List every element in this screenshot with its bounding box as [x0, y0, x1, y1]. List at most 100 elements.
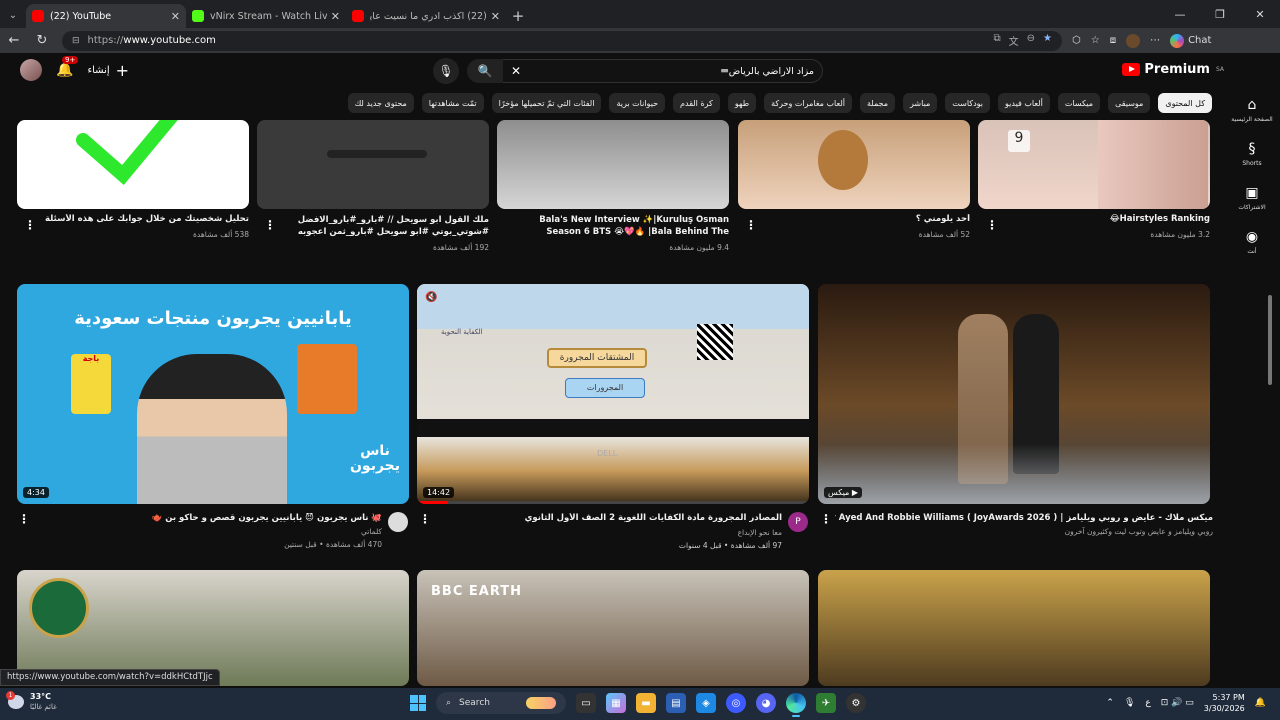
- category-chip[interactable]: مجملة: [860, 93, 896, 113]
- more-actions-icon[interactable]: ⋮: [745, 218, 757, 232]
- app-dark-icon[interactable]: ⚙: [846, 693, 866, 713]
- category-chip[interactable]: ميكسات: [1057, 93, 1101, 113]
- clear-search-icon[interactable]: ✕: [511, 64, 521, 78]
- favorite-star-icon[interactable]: ★: [1043, 33, 1052, 48]
- more-actions-icon[interactable]: ⋮: [820, 512, 832, 526]
- site-info-icon[interactable]: ⊟: [72, 36, 80, 46]
- browser-tab[interactable]: vNirx Stream - Watch Live on Kick ✕: [186, 4, 346, 28]
- more-actions-icon[interactable]: ⋮: [18, 512, 30, 526]
- account-avatar[interactable]: [20, 59, 42, 81]
- tab-list-chevron-icon[interactable]: ⌄: [0, 2, 26, 28]
- browser-tab[interactable]: (22) اكذب ادري ما نسيت عايض - ... ✕: [346, 4, 506, 28]
- short-title[interactable]: أحد يلومني ؟: [755, 214, 970, 224]
- collections-icon[interactable]: ⧈: [1110, 35, 1116, 46]
- more-menu-icon[interactable]: ⋯: [1150, 35, 1160, 46]
- category-chip[interactable]: ألعاب فيديو: [998, 93, 1050, 113]
- video-title[interactable]: ميكس ملاك - عايض و روبي ويليامز | ( Ange…: [835, 513, 1213, 523]
- close-tab-icon[interactable]: ✕: [331, 10, 340, 23]
- category-chip[interactable]: الفئات التي تمّ تحميلها مؤخرًا: [491, 93, 602, 113]
- refresh-icon[interactable]: ↻: [28, 33, 56, 48]
- category-chip[interactable]: مباشر: [903, 93, 938, 113]
- short-title[interactable]: Hairstyles Ranking😂: [978, 214, 1210, 224]
- category-chip[interactable]: بودكاست: [945, 93, 991, 113]
- close-tab-icon[interactable]: ✕: [171, 10, 180, 23]
- calculator-icon[interactable]: ▤: [666, 693, 686, 713]
- url-bar[interactable]: ⊟ https:// www.youtube.com ⧉ 文 ⊖ ★: [62, 30, 1062, 51]
- app-green-icon[interactable]: ✈: [816, 693, 836, 713]
- category-chip[interactable]: طهو: [727, 93, 757, 113]
- video-channel[interactable]: كلماتي: [34, 527, 382, 536]
- rail-item[interactable]: ⌂ الصفحة الرئيسية: [1224, 97, 1280, 131]
- category-chip[interactable]: كل المحتوى: [1158, 93, 1212, 113]
- extensions-icon[interactable]: ⬡: [1072, 35, 1081, 46]
- clock[interactable]: 5:37 PM 3/30/2026: [1204, 692, 1245, 714]
- favorites-icon[interactable]: ☆: [1091, 35, 1100, 46]
- muted-volume-icon[interactable]: 🔇: [425, 292, 443, 306]
- category-chip[interactable]: تمّت مشاهدتها: [421, 93, 484, 113]
- youtube-premium-logo[interactable]: Premium SA: [1122, 62, 1224, 77]
- app-available-icon[interactable]: ⧉: [994, 33, 1001, 48]
- notifications-icon[interactable]: 🔔: [1255, 698, 1266, 708]
- video-channel[interactable]: معا نحو الإبداع: [432, 528, 782, 537]
- more-actions-icon[interactable]: ⋮: [24, 218, 36, 232]
- search-button[interactable]: 🔍: [467, 59, 503, 83]
- close-tab-icon[interactable]: ✕: [491, 10, 500, 23]
- maximize-icon[interactable]: ❐: [1200, 0, 1240, 28]
- more-actions-icon[interactable]: ⋮: [419, 512, 431, 526]
- rail-item[interactable]: ▣ الاشتراكات: [1224, 185, 1280, 219]
- category-chip[interactable]: ألعاب مغامرات وحركة: [764, 93, 852, 113]
- minimize-icon[interactable]: —: [1160, 0, 1200, 28]
- category-chip[interactable]: حيوانات برية: [609, 93, 666, 113]
- video-title[interactable]: المصادر المجرورة مادة الكفايات اللغوية 2…: [432, 513, 782, 523]
- copilot-chat-button[interactable]: Chat: [1170, 33, 1211, 48]
- video-thumbnail[interactable]: المشتقات المجرورة المجرورات الكفاية النح…: [417, 284, 809, 504]
- category-chip[interactable]: محتوى جديد لك: [347, 93, 414, 113]
- zoom-icon[interactable]: ⊖: [1027, 33, 1035, 48]
- network-volume-battery-icon[interactable]: ⊡ 🔊 ▭: [1161, 698, 1194, 708]
- short-thumbnail[interactable]: 9: [978, 120, 1210, 209]
- windows-start-icon[interactable]: [410, 695, 426, 711]
- video-thumbnail[interactable]: يابانيين يجربون منتجات سعودية باجة ناس ي…: [17, 284, 409, 504]
- create-button[interactable]: إنشاء +: [87, 61, 129, 80]
- video-title[interactable]: 🐙 ناس يجربون 😈 يابانيين يجربون قصص و حاك…: [34, 513, 382, 523]
- category-chip[interactable]: كرة القدم: [673, 93, 720, 113]
- translate-icon[interactable]: 文: [1009, 33, 1019, 48]
- discord-icon[interactable]: ◕: [756, 693, 776, 713]
- video-thumbnail[interactable]: ميكس ▶: [818, 284, 1210, 504]
- notifications-bell-icon[interactable]: 🔔 9+: [56, 56, 79, 78]
- edge-browser-icon[interactable]: [786, 693, 806, 717]
- page-scrollbar[interactable]: [1268, 295, 1272, 385]
- widgets-icon[interactable]: ▦: [606, 693, 626, 713]
- short-title[interactable]: ملك القول ابو سويحل // #بارو_#بارو_الافض…: [277, 214, 489, 238]
- rail-item[interactable]: § Shorts: [1224, 141, 1280, 175]
- more-actions-icon[interactable]: ⋮: [986, 218, 998, 232]
- input-language[interactable]: ع: [1145, 698, 1150, 708]
- profile-icon[interactable]: [1126, 33, 1141, 48]
- task-view-icon[interactable]: ▭: [576, 693, 596, 713]
- microphone-icon[interactable]: 🎙: [1124, 698, 1135, 708]
- search-input[interactable]: مزاد الاراضي بالرياض ▬ ✕: [503, 59, 823, 83]
- store-icon[interactable]: ◎: [726, 693, 746, 713]
- keyboard-icon[interactable]: ▬: [720, 66, 729, 76]
- more-actions-icon[interactable]: ⋮: [264, 218, 276, 232]
- channel-avatar[interactable]: [388, 512, 408, 532]
- short-thumbnail[interactable]: [257, 120, 489, 209]
- short-title[interactable]: تحليل شخصيتك من خلال جوابك على هذه الأسئ…: [35, 214, 249, 224]
- channel-avatar[interactable]: P: [788, 512, 808, 532]
- short-thumbnail[interactable]: [738, 120, 970, 209]
- video-channel[interactable]: روبي ويليامز و عايض وتوب ليت وكثيرون آخر…: [835, 527, 1213, 536]
- weather-widget[interactable]: 1 33°C غائم غالبًا: [6, 691, 57, 712]
- taskbar-search[interactable]: ⌕ Search: [436, 692, 566, 714]
- photos-icon[interactable]: ◈: [696, 693, 716, 713]
- voice-search-mic-icon[interactable]: 🎙: [433, 58, 459, 84]
- browser-tab[interactable]: (22) YouTube ✕: [26, 4, 186, 28]
- file-explorer-icon[interactable]: ▬: [636, 693, 656, 713]
- back-arrow-icon[interactable]: ←: [0, 33, 28, 48]
- short-thumbnail[interactable]: [17, 120, 249, 209]
- close-window-icon[interactable]: ✕: [1240, 0, 1280, 28]
- video-thumbnail[interactable]: BBC EARTH: [417, 570, 809, 686]
- video-thumbnail[interactable]: [818, 570, 1210, 686]
- new-tab-button[interactable]: +: [506, 4, 530, 28]
- category-chip[interactable]: موسيقى: [1108, 93, 1151, 113]
- rail-item[interactable]: ◉ أنت: [1224, 229, 1280, 263]
